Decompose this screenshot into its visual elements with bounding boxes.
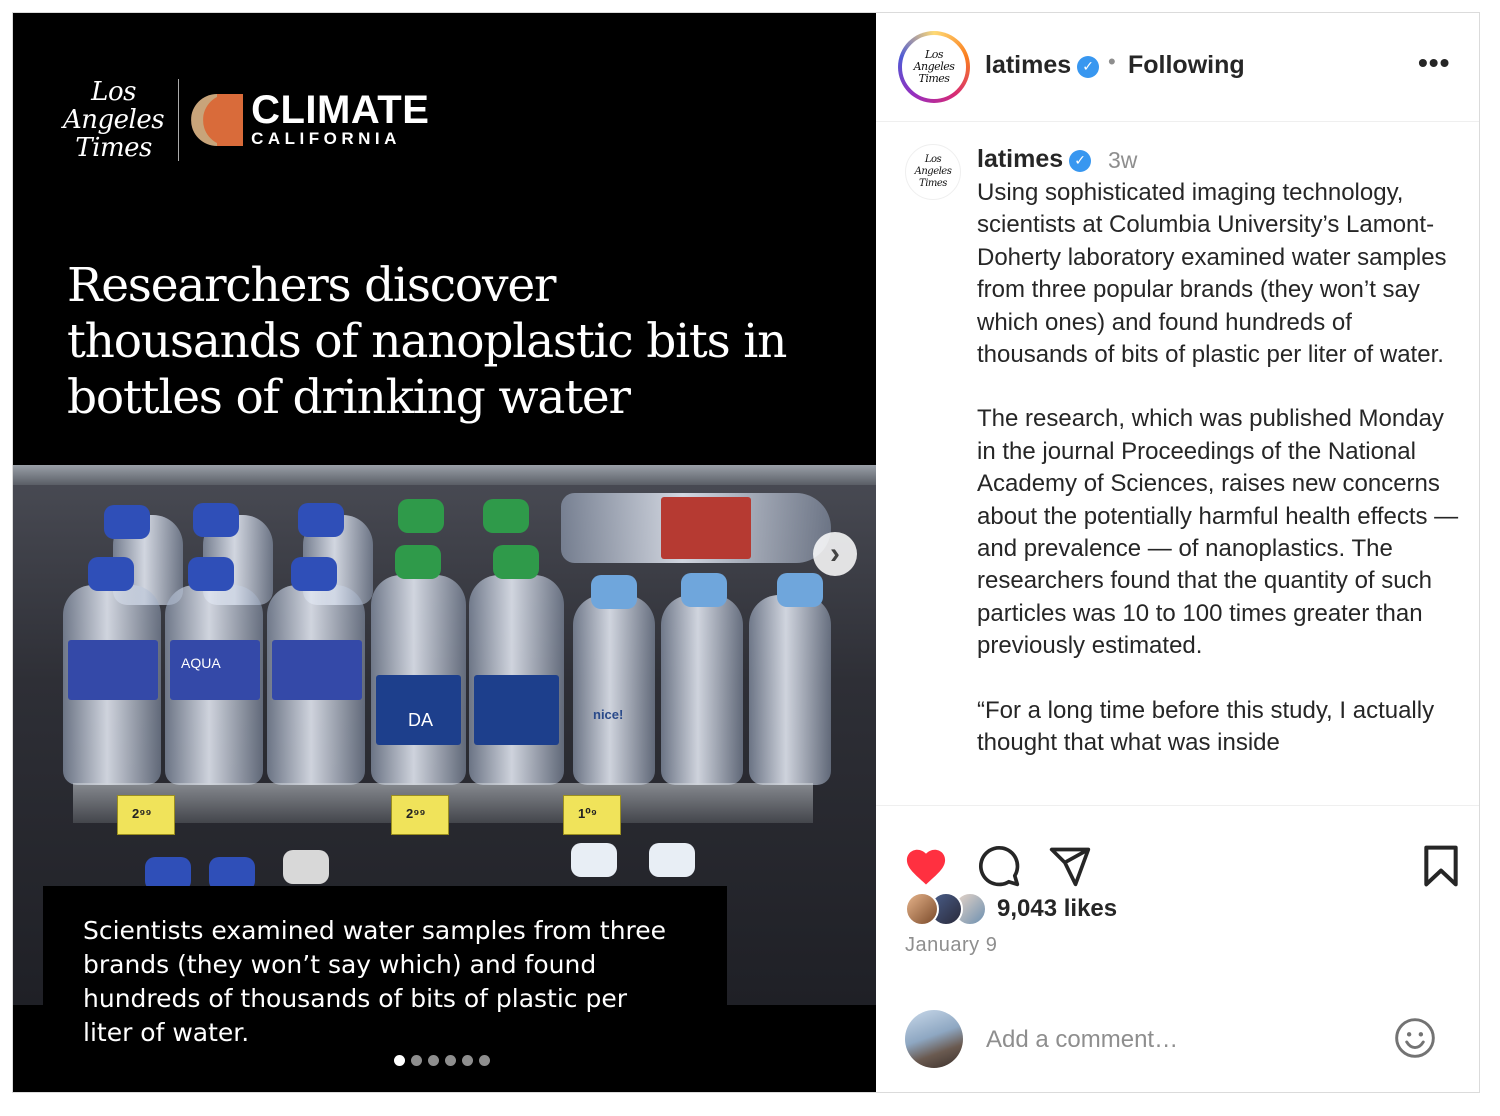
avatar-logo-line: Angeles — [914, 166, 952, 177]
carousel-dot — [394, 1055, 405, 1066]
bottle-cap — [395, 545, 441, 579]
following-button[interactable]: Following — [1128, 51, 1245, 80]
post-dialog: Los Angeles Times CLIMATE CALIFORNIA Res… — [12, 12, 1480, 1093]
carousel-dot — [428, 1055, 439, 1066]
carousel-dot — [411, 1055, 422, 1066]
bottle-label — [272, 640, 362, 700]
bottle-nice — [573, 595, 655, 785]
carousel-indicator — [394, 1055, 490, 1066]
post-actions: 9,043 likes January 9 — [876, 805, 1479, 1092]
add-comment-bar — [876, 994, 1479, 1092]
bottle-cap — [283, 850, 329, 884]
caption-text: Using sophisticated imaging technology, … — [977, 177, 1463, 792]
more-options-icon[interactable]: ••• — [1418, 47, 1450, 79]
slide-headline: Researchers discover thousands of nanopl… — [67, 258, 787, 425]
bottle-cap — [291, 557, 337, 591]
latimes-avatar-logo: Los Angeles Times — [914, 49, 955, 85]
dasani-label-text: DA — [408, 710, 434, 730]
bottle-cap — [493, 545, 539, 579]
header-username[interactable]: latimes — [985, 51, 1071, 79]
comment-icon[interactable] — [977, 844, 1021, 888]
verified-badge-icon: ✓ — [1069, 149, 1092, 172]
slide-caption: Scientists examined water samples from t… — [83, 916, 667, 1047]
next-slide-button[interactable]: › — [813, 532, 857, 576]
bottle-label — [474, 675, 559, 745]
bottle-cap — [681, 573, 727, 607]
bottle-cap — [398, 499, 444, 533]
likes-count[interactable]: 9,043 likes — [997, 895, 1117, 923]
bottle-label-red — [661, 497, 751, 559]
bookmark-icon[interactable] — [1421, 844, 1461, 888]
post-date[interactable]: January 9 — [905, 934, 997, 957]
carousel-dot — [462, 1055, 473, 1066]
current-user-avatar — [905, 1010, 963, 1068]
brand-divider — [178, 79, 180, 161]
section-title: CLIMATE — [251, 88, 430, 132]
bottle-cap — [193, 503, 239, 537]
latimes-logo: Los Angeles Times — [63, 77, 165, 163]
price-tag: 2⁹⁹ — [391, 795, 449, 835]
header-username-link[interactable]: latimes ✓ — [985, 51, 1100, 80]
profile-avatar[interactable]: Los Angeles Times — [898, 31, 970, 103]
bottle-cap — [188, 557, 234, 591]
caption-scroll-area[interactable]: Los Angeles Times latimes ✓ 3w Using soph… — [876, 123, 1479, 805]
logo-line-2: Angeles — [63, 105, 165, 135]
bottle-cap — [88, 557, 134, 591]
avatar-logo-line: Times — [919, 178, 947, 189]
likes-summary[interactable]: 9,043 likes — [905, 892, 1117, 926]
heart-icon[interactable] — [903, 844, 949, 886]
brand-lockup: Los Angeles Times CLIMATE CALIFORNIA — [63, 75, 429, 165]
caption-paragraph: The research, which was published Monday… — [977, 405, 1459, 660]
share-icon[interactable] — [1048, 844, 1092, 888]
bottle-cap — [649, 843, 695, 877]
bottle-cap — [483, 499, 529, 533]
bottle-nice — [661, 595, 743, 785]
price-tag: 2⁹⁹ — [117, 795, 175, 835]
post-age[interactable]: 3w — [1108, 147, 1137, 174]
climate-california-mark-icon — [191, 94, 245, 146]
post-header: Los Angeles Times latimes ✓ • Following •… — [876, 13, 1479, 122]
caption-username[interactable]: latimes — [977, 145, 1063, 173]
chevron-right-icon: › — [830, 537, 840, 570]
carousel-dot — [479, 1055, 490, 1066]
shelf-edge — [13, 465, 876, 485]
post-details-panel: Los Angeles Times latimes ✓ • Following •… — [876, 13, 1479, 1092]
aqua-label-text: AQUA — [181, 655, 221, 671]
section-subtitle: CALIFORNIA — [251, 129, 401, 148]
caption-paragraph: Using sophisticated imaging technology, … — [977, 179, 1447, 369]
nice-label-text: nice! — [593, 707, 624, 722]
bottle-cap — [777, 573, 823, 607]
comment-input[interactable] — [986, 1022, 1366, 1058]
price-tag: 1⁰⁹ — [563, 795, 621, 835]
post-media-slide[interactable]: Los Angeles Times CLIMATE CALIFORNIA Res… — [13, 13, 876, 1092]
avatar-logo-line: Times — [918, 72, 950, 85]
caption-author-avatar[interactable]: Los Angeles Times — [905, 144, 961, 200]
separator-dot: • — [1108, 49, 1116, 74]
latimes-avatar-logo: Los Angeles Times — [915, 154, 952, 190]
liker-avatar — [905, 892, 939, 926]
bottle-cap — [571, 843, 617, 877]
price-tag-text: 1⁰⁹ — [578, 806, 598, 821]
price-tag-text: 2⁹⁹ — [406, 806, 426, 821]
bottle-cap — [591, 575, 637, 609]
logo-line-3: Times — [75, 133, 152, 163]
avatar-logo-line: Los — [924, 154, 942, 165]
bottle-cap — [298, 503, 344, 537]
bottle-nice — [749, 595, 831, 785]
bottle-label — [68, 640, 158, 700]
caption-username-link[interactable]: latimes ✓ — [977, 145, 1092, 174]
carousel-dot — [445, 1055, 456, 1066]
caption-paragraph: “For a long time before this study, I ac… — [977, 696, 1435, 757]
logo-line-1: Los — [91, 77, 136, 107]
price-tag-text: 2⁹⁹ — [132, 806, 152, 821]
climate-california-wordmark: CLIMATE CALIFORNIA — [251, 88, 430, 149]
verified-badge-icon: ✓ — [1077, 55, 1100, 78]
emoji-icon[interactable] — [1393, 1016, 1437, 1060]
bottle-cap — [104, 505, 150, 539]
slide-caption-box: Scientists examined water samples from t… — [43, 886, 727, 1092]
